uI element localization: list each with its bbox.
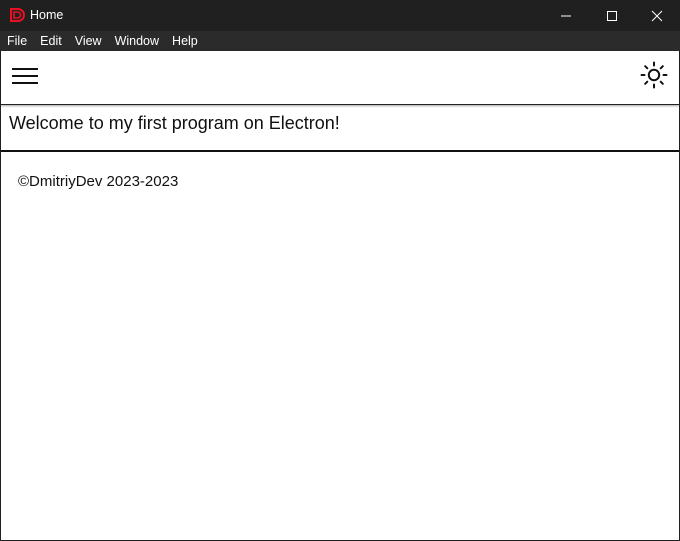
copyright-text: ©DmitriyDev 2023-2023 (18, 173, 179, 190)
maximize-button[interactable] (589, 0, 635, 31)
minimize-icon (561, 15, 571, 16)
app-header (1, 51, 679, 105)
welcome-section: Welcome to my first program on Electron! (1, 106, 679, 152)
menu-bar: File Edit View Window Help (0, 31, 680, 51)
maximize-icon (607, 10, 617, 21)
close-icon (651, 10, 663, 21)
menu-view[interactable]: View (68, 31, 108, 51)
minimize-button[interactable] (543, 0, 589, 31)
app-logo-icon (9, 7, 25, 23)
hamburger-menu-icon[interactable] (12, 66, 38, 86)
menu-file[interactable]: File (0, 31, 33, 51)
menu-edit[interactable]: Edit (33, 31, 68, 51)
app-content: Welcome to my first program on Electron!… (1, 51, 679, 540)
menu-window[interactable]: Window (108, 31, 165, 51)
sun-icon[interactable] (639, 60, 669, 90)
welcome-heading: Welcome to my first program on Electron! (9, 113, 340, 133)
title-bar[interactable]: Home (0, 0, 680, 31)
close-button[interactable] (634, 0, 680, 31)
window-title: Home (30, 8, 64, 22)
menu-help[interactable]: Help (165, 31, 204, 51)
